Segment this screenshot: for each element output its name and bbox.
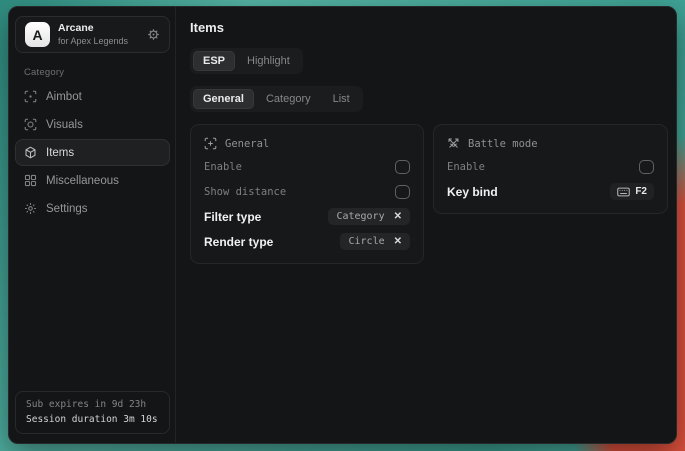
clear-icon[interactable]: ✕ — [394, 211, 402, 222]
sidebar-item-items[interactable]: Items — [15, 139, 170, 166]
enable-checkbox[interactable] — [395, 160, 410, 174]
setting-row-render-type: Render type Circle ✕ — [204, 230, 410, 253]
setting-label: Key bind — [447, 185, 498, 199]
setting-label: Enable — [204, 161, 242, 173]
page-title: Items — [190, 20, 668, 35]
keybind-value: F2 — [635, 186, 647, 197]
sidebar-item-label: Aimbot — [46, 91, 82, 103]
tab-highlight[interactable]: Highlight — [237, 51, 300, 71]
render-type-select[interactable]: Circle ✕ — [340, 233, 410, 250]
crosshair-icon — [24, 90, 37, 103]
subscription-info-card: Sub expires in 9d 23h Session duration 3… — [15, 391, 170, 434]
sidebar-item-label: Items — [46, 147, 74, 159]
app-name: Arcane — [58, 22, 128, 34]
setting-label: Show distance — [204, 186, 286, 198]
keyboard-icon — [617, 187, 630, 197]
setting-row-key-bind: Key bind F2 — [447, 180, 654, 203]
app-header-card: A Arcane for Apex Legends — [15, 16, 170, 53]
setting-label: Enable — [447, 161, 485, 173]
app-subtitle: for Apex Legends — [58, 36, 128, 46]
show-distance-checkbox[interactable] — [395, 185, 410, 199]
gear-icon — [24, 202, 37, 215]
panel-general-header: General — [204, 133, 410, 153]
sidebar: A Arcane for Apex Legends Category — [9, 7, 175, 443]
sidebar-nav: Aimbot Visuals Items — [9, 83, 175, 222]
sub-expires-text: Sub expires in 9d 23h — [26, 399, 159, 410]
setting-row-enable: Enable — [204, 155, 410, 178]
setting-row-show-distance: Show distance — [204, 180, 410, 203]
main-content: Items ESP Highlight General Category Lis… — [175, 7, 682, 443]
tab-category[interactable]: Category — [256, 89, 321, 109]
keybind-button[interactable]: F2 — [610, 183, 654, 200]
setting-row-filter-type: Filter type Category ✕ — [204, 205, 410, 228]
sidebar-item-miscellaneous[interactable]: Miscellaneous — [15, 167, 170, 194]
selected-value: Category — [336, 211, 384, 222]
panel-title: Battle mode — [468, 138, 538, 150]
scan-plus-icon — [204, 137, 217, 150]
sidebar-item-label: Miscellaneous — [46, 175, 119, 187]
app-titles: Arcane for Apex Legends — [58, 22, 128, 46]
sidebar-item-visuals[interactable]: Visuals — [15, 111, 170, 138]
swords-icon — [447, 137, 460, 150]
battle-enable-checkbox[interactable] — [639, 160, 654, 174]
panels-row: General Enable Show distance Filter type… — [190, 124, 668, 264]
panel-title: General — [225, 138, 269, 150]
cube-icon — [24, 146, 37, 159]
setting-label: Filter type — [204, 210, 261, 224]
tab-general[interactable]: General — [193, 89, 254, 109]
gear-icon[interactable] — [147, 28, 160, 41]
selected-value: Circle — [348, 236, 384, 247]
sidebar-item-label: Visuals — [46, 119, 83, 131]
clear-icon[interactable]: ✕ — [394, 236, 402, 247]
sidebar-item-aimbot[interactable]: Aimbot — [15, 83, 170, 110]
session-duration-text: Session duration 3m 10s — [26, 414, 159, 425]
cheat-menu-window: A Arcane for Apex Legends Category — [8, 6, 677, 444]
filter-type-select[interactable]: Category ✕ — [328, 208, 410, 225]
sidebar-item-settings[interactable]: Settings — [15, 195, 170, 222]
sidebar-item-label: Settings — [46, 203, 88, 215]
sidebar-section-label: Category — [24, 67, 175, 78]
setting-label: Render type — [204, 235, 273, 249]
app-logo: A — [25, 22, 50, 47]
panel-battle-mode-header: Battle mode — [447, 133, 654, 153]
panel-general: General Enable Show distance Filter type… — [190, 124, 424, 264]
tab-esp[interactable]: ESP — [193, 51, 235, 71]
eye-scan-icon — [24, 118, 37, 131]
mode-tab-group: ESP Highlight — [190, 48, 303, 74]
tab-list[interactable]: List — [323, 89, 360, 109]
setting-row-enable: Enable — [447, 155, 654, 178]
grid-icon — [24, 174, 37, 187]
panel-battle-mode: Battle mode Enable Key bind — [433, 124, 668, 214]
sub-tab-group: General Category List — [190, 86, 363, 112]
